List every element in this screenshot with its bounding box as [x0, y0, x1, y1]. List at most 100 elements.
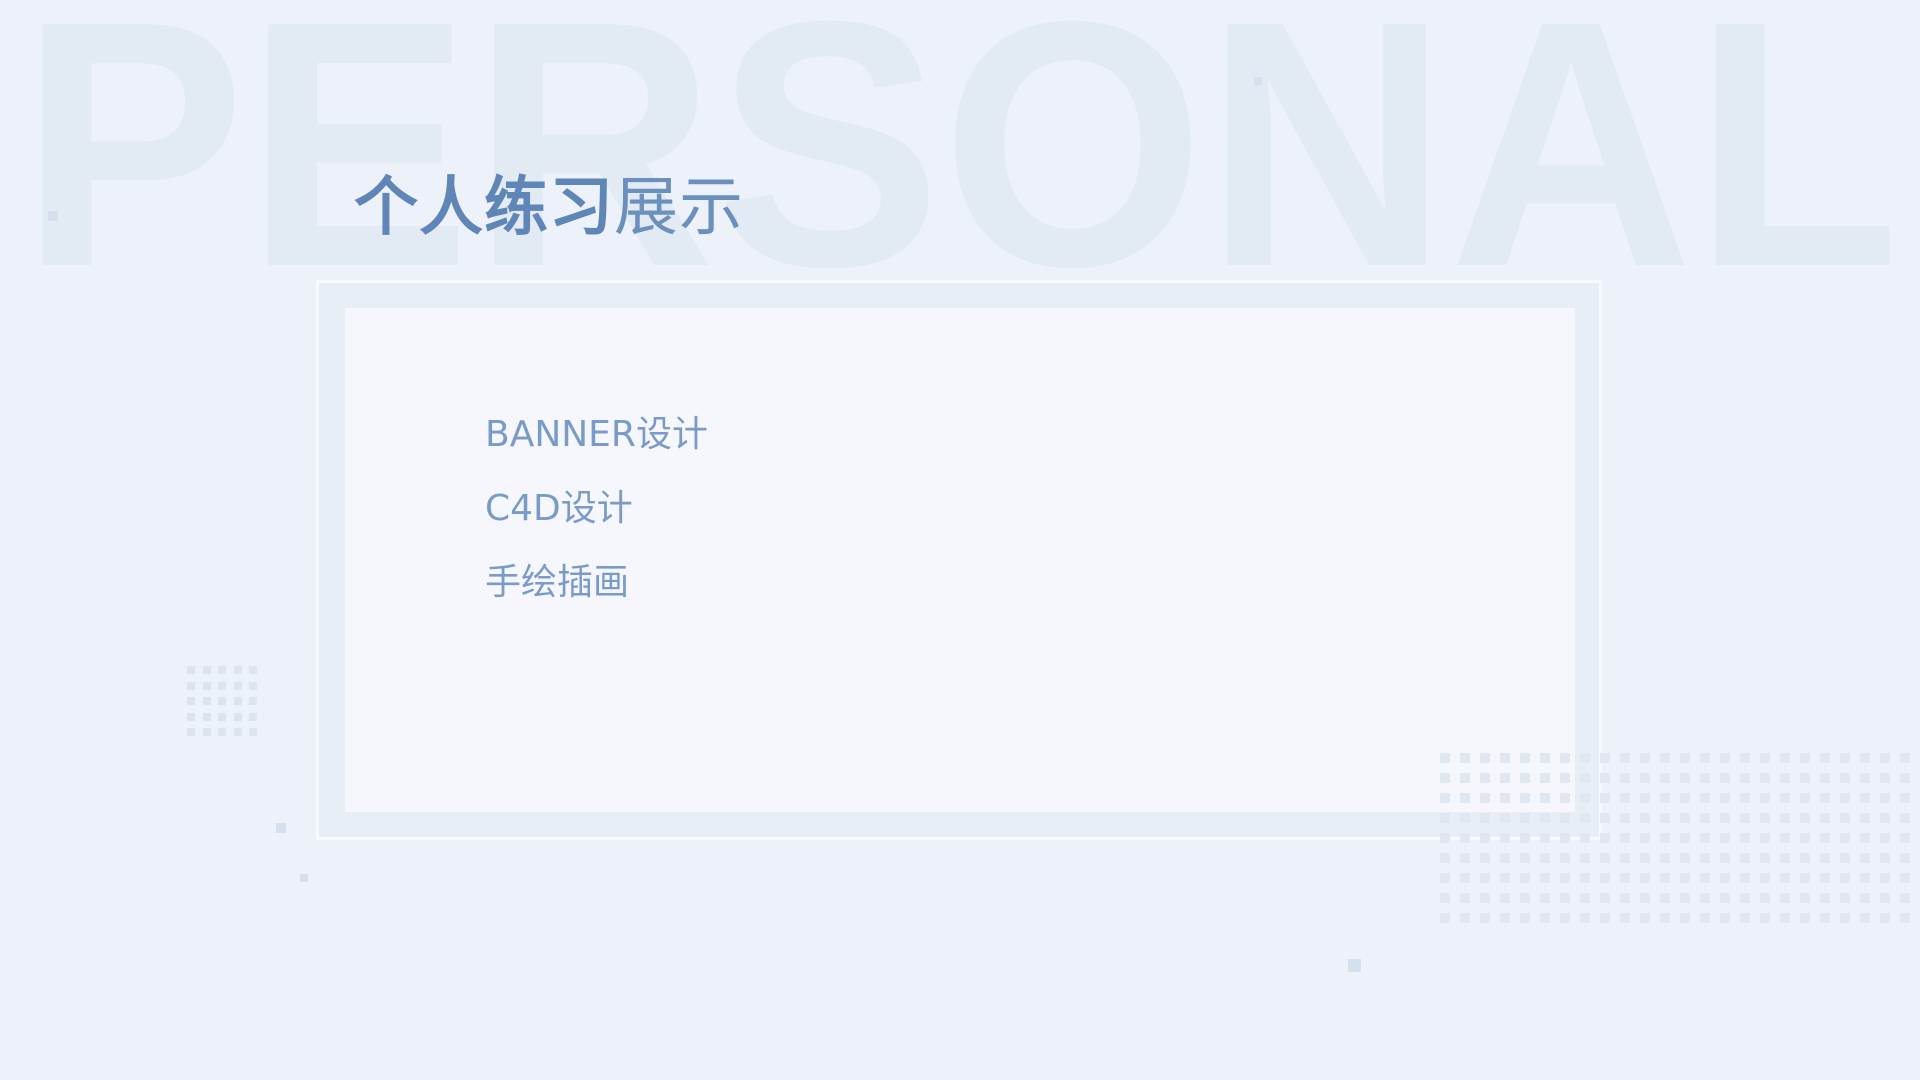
grid-dot	[1600, 893, 1610, 903]
background-watermark: PERSONAL	[2, 2, 1918, 282]
grid-dot	[1840, 773, 1850, 783]
grid-dot	[1700, 853, 1710, 863]
grid-dot	[1460, 893, 1470, 903]
grid-dot	[1580, 873, 1590, 883]
grid-dot	[218, 728, 226, 736]
grid-dot	[1560, 873, 1570, 883]
grid-dot	[249, 728, 257, 736]
grid-dot	[1800, 833, 1810, 843]
grid-dot	[1500, 793, 1510, 803]
grid-dot	[1860, 813, 1870, 823]
grid-dot	[1640, 813, 1650, 823]
grid-dot	[1640, 873, 1650, 883]
grid-dot	[1860, 833, 1870, 843]
grid-dot	[1540, 833, 1550, 843]
grid-dot	[1880, 853, 1890, 863]
grid-dot	[1700, 913, 1710, 923]
grid-dot	[187, 666, 195, 674]
grid-dot	[1580, 913, 1590, 923]
grid-dot	[1680, 793, 1690, 803]
grid-dot	[1620, 853, 1630, 863]
grid-dot	[1820, 793, 1830, 803]
grid-dot	[1680, 833, 1690, 843]
grid-dot	[1800, 773, 1810, 783]
grid-dot	[1800, 753, 1810, 763]
grid-dot	[1720, 893, 1730, 903]
grid-dot	[1500, 833, 1510, 843]
grid-dot	[1860, 893, 1870, 903]
grid-dot	[1900, 873, 1910, 883]
grid-dot	[1440, 773, 1450, 783]
grid-dot	[1560, 793, 1570, 803]
grid-dot	[1540, 773, 1550, 783]
grid-dot	[1880, 893, 1890, 903]
grid-dot	[1500, 913, 1510, 923]
grid-dot	[1760, 753, 1770, 763]
menu-item-banner-design[interactable]: BANNER设计	[485, 413, 708, 487]
grid-dot	[1780, 853, 1790, 863]
grid-dot	[1760, 853, 1770, 863]
grid-dot	[202, 697, 211, 705]
grid-dot	[1600, 793, 1610, 803]
grid-dot	[1700, 893, 1710, 903]
grid-dot	[1820, 813, 1830, 823]
grid-dot	[1740, 793, 1750, 803]
grid-dot	[1460, 753, 1470, 763]
grid-dot	[1740, 893, 1750, 903]
title-light: 展示	[614, 171, 744, 245]
decor-dot	[300, 874, 308, 882]
grid-dot	[1660, 893, 1670, 903]
grid-dot	[1580, 793, 1590, 803]
grid-dot	[1520, 893, 1530, 903]
grid-dot	[1480, 793, 1490, 803]
menu-item-c4d-design[interactable]: C4D设计	[485, 487, 708, 561]
grid-dot	[1620, 873, 1630, 883]
grid-dot	[1600, 873, 1610, 883]
grid-dot	[1460, 873, 1470, 883]
grid-dot	[1780, 793, 1790, 803]
grid-dot	[1620, 893, 1630, 903]
grid-dot	[1900, 893, 1910, 903]
grid-dot	[187, 681, 195, 690]
slide-page: PERSONAL 个人练习展示 BANNER设计 C4D设计 手绘插画	[0, 0, 1920, 1080]
grid-dot	[1660, 773, 1670, 783]
grid-dot	[1700, 813, 1710, 823]
grid-dot	[1600, 833, 1610, 843]
grid-dot	[1740, 833, 1750, 843]
grid-dot	[1520, 793, 1530, 803]
grid-dot	[1620, 793, 1630, 803]
page-title: 个人练习展示	[354, 166, 744, 250]
grid-dot	[1680, 773, 1690, 783]
grid-dot	[1520, 873, 1530, 883]
grid-dot	[1820, 893, 1830, 903]
grid-dot	[233, 728, 242, 736]
practice-menu: BANNER设计 C4D设计 手绘插画	[485, 413, 708, 635]
grid-dot	[1640, 833, 1650, 843]
grid-dot	[187, 697, 195, 705]
grid-dot	[1540, 873, 1550, 883]
grid-dot	[1780, 913, 1790, 923]
grid-dot	[1800, 873, 1810, 883]
title-bold: 个人练习	[354, 171, 614, 245]
grid-dot	[1640, 913, 1650, 923]
grid-dot	[1740, 873, 1750, 883]
grid-dot	[1440, 913, 1450, 923]
grid-dot	[1840, 793, 1850, 803]
grid-dot	[1580, 753, 1590, 763]
grid-dot	[1720, 833, 1730, 843]
grid-dot	[1520, 853, 1530, 863]
grid-dot	[1440, 793, 1450, 803]
grid-dot	[1800, 793, 1810, 803]
grid-dot	[1760, 793, 1770, 803]
grid-dot	[1700, 833, 1710, 843]
grid-dot	[1680, 853, 1690, 863]
grid-dot	[1480, 893, 1490, 903]
grid-dot	[1480, 773, 1490, 783]
grid-dot	[1500, 753, 1510, 763]
grid-dot	[1780, 893, 1790, 903]
grid-dot	[1740, 913, 1750, 923]
menu-item-hand-drawn-illustration[interactable]: 手绘插画	[485, 561, 708, 635]
grid-dot	[1820, 913, 1830, 923]
decor-dot	[276, 823, 286, 833]
grid-dot	[1540, 753, 1550, 763]
